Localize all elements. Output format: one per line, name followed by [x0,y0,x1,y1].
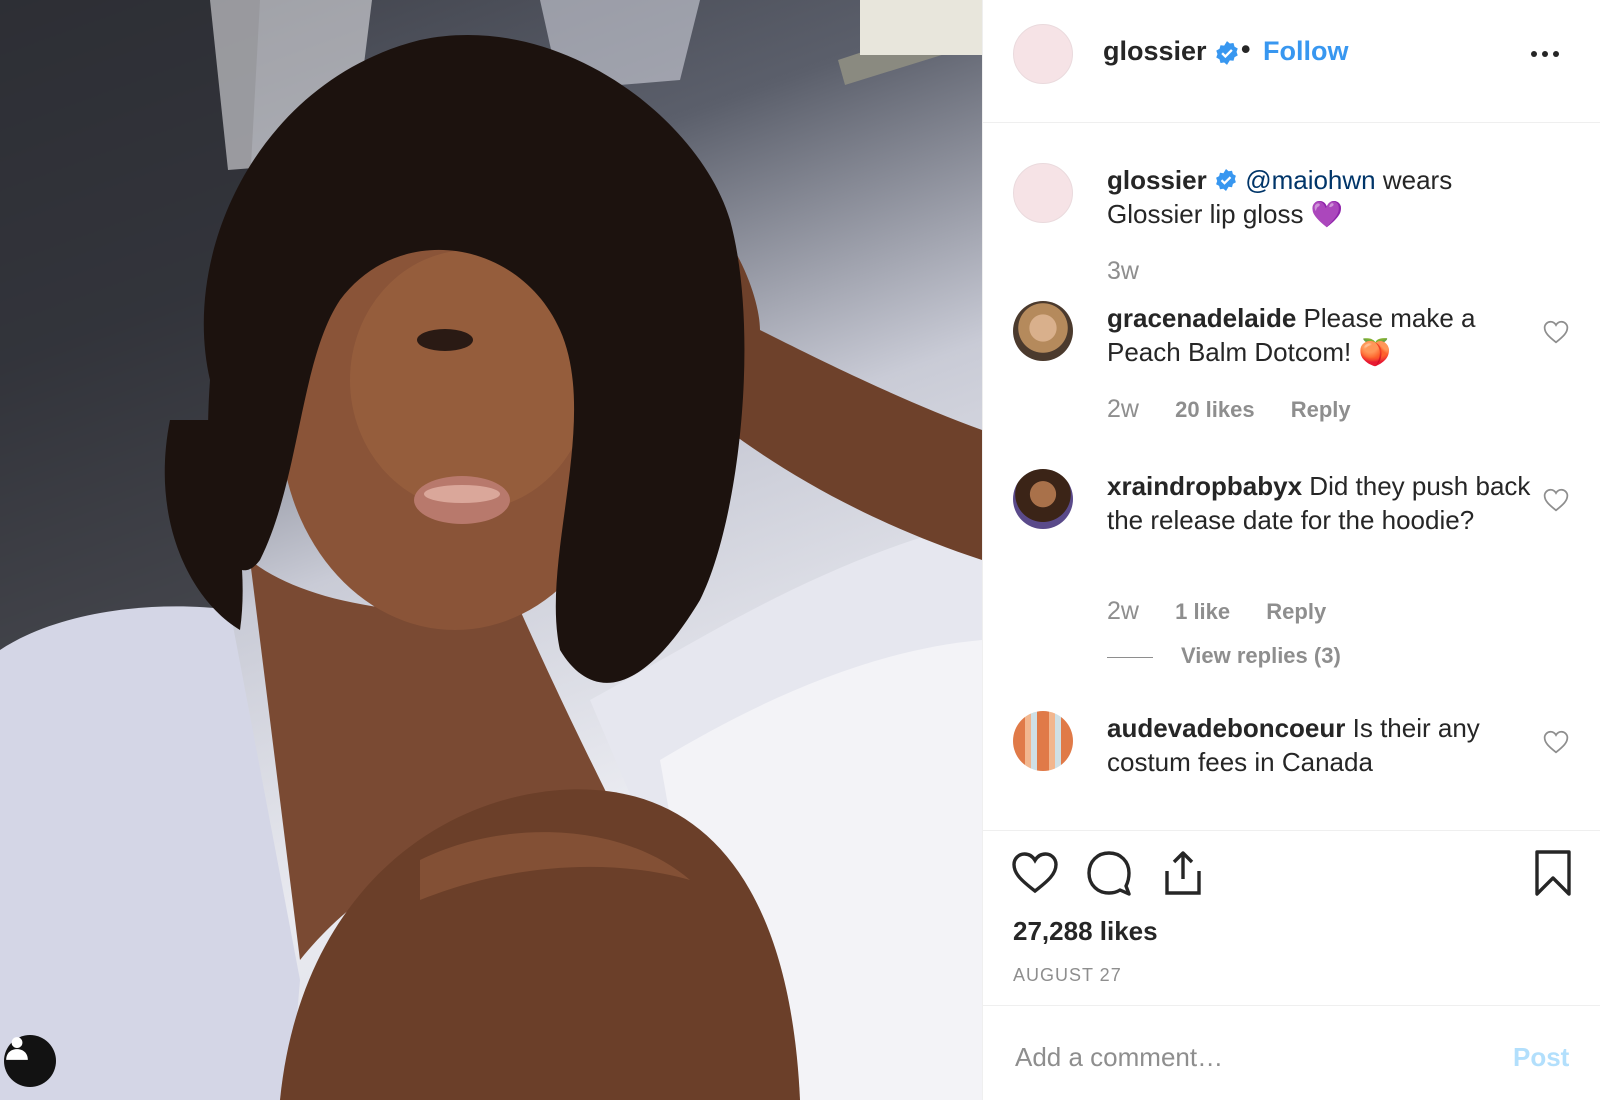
more-options-icon[interactable] [1531,42,1567,66]
comment-text: gracenadelaide Please make a Peach Balm … [1107,301,1547,369]
caption-author-avatar[interactable] [1013,163,1073,223]
replies-divider-line [1107,656,1153,658]
caption-text: glossier @maiohwn wears Glossier lip glo… [1107,163,1547,231]
like-comment-heart-icon[interactable] [1543,488,1569,512]
comment-username[interactable]: audevadeboncoeur [1107,713,1345,743]
view-replies-button[interactable]: View replies (3) [1107,643,1341,669]
post-actions: 27,288 likes AUGUST 27 [983,830,1600,1006]
caption-mention-link[interactable]: @maiohwn [1245,165,1375,195]
comment-bubble-icon[interactable] [1085,849,1133,897]
reply-button[interactable]: Reply [1266,599,1326,624]
comment-text: xraindropbabyx Did they push back the re… [1107,469,1547,537]
comment-username[interactable]: gracenadelaide [1107,303,1296,333]
caption-emoji: 💜 [1310,199,1344,229]
comment-emoji: 🍑 [1358,337,1391,367]
person-icon [6,1037,28,1060]
like-heart-icon[interactable] [1011,849,1059,897]
post-date[interactable]: AUGUST 27 [1013,965,1122,986]
more-dot [1553,51,1559,57]
reply-button[interactable]: Reply [1291,397,1351,422]
comment-meta: 2w 1 like Reply [1107,597,1356,626]
like-comment-heart-icon[interactable] [1543,320,1569,344]
tagged-users-button[interactable] [4,1035,56,1087]
likes-count[interactable]: 27,288 likes [1013,916,1158,947]
more-dot [1542,51,1548,57]
separator-dot: • [1241,34,1251,64]
post-photo[interactable] [0,0,982,1100]
instagram-post-view: glossier • Follow glossier @maiohwn wear… [0,0,1600,1100]
commenter-avatar[interactable] [1013,301,1073,361]
comment-meta: 2w 20 likes Reply [1107,395,1381,424]
author-username[interactable]: glossier [1103,36,1240,67]
more-dot [1531,51,1537,57]
verified-badge-icon [1216,168,1236,191]
share-icon[interactable] [1159,849,1207,897]
comment-timestamp[interactable]: 2w [1107,395,1139,423]
commenter-avatar[interactable] [1013,711,1073,771]
caption-timestamp[interactable]: 3w [1107,257,1139,285]
comment-username[interactable]: xraindropbabyx [1107,471,1302,501]
post-details-panel: glossier • Follow glossier @maiohwn wear… [982,0,1600,1100]
comment-input[interactable] [1013,1036,1487,1078]
comments-list[interactable]: glossier @maiohwn wears Glossier lip glo… [983,123,1600,830]
comment-likes-count[interactable]: 1 like [1175,599,1230,624]
post-header: glossier • Follow [983,0,1600,123]
verified-badge-icon [1216,40,1238,65]
post-comment-button[interactable]: Post [1513,1042,1569,1073]
save-bookmark-icon[interactable] [1529,849,1577,897]
comment-timestamp[interactable]: 2w [1107,597,1139,625]
author-username-text[interactable]: glossier [1103,36,1207,66]
comment-text: audevadeboncoeur Is their any costum fee… [1107,711,1547,779]
post-photo-illustration [0,0,982,1100]
like-comment-heart-icon[interactable] [1543,730,1569,754]
add-comment-bar: Post [983,1005,1600,1101]
caption-username[interactable]: glossier [1107,165,1207,195]
comment-likes-count[interactable]: 20 likes [1175,397,1255,422]
caption-meta: 3w [1107,257,1169,286]
follow-button[interactable]: Follow [1263,36,1348,67]
commenter-avatar[interactable] [1013,469,1073,529]
view-replies-label[interactable]: View replies (3) [1181,643,1341,668]
author-avatar[interactable] [1013,24,1073,84]
